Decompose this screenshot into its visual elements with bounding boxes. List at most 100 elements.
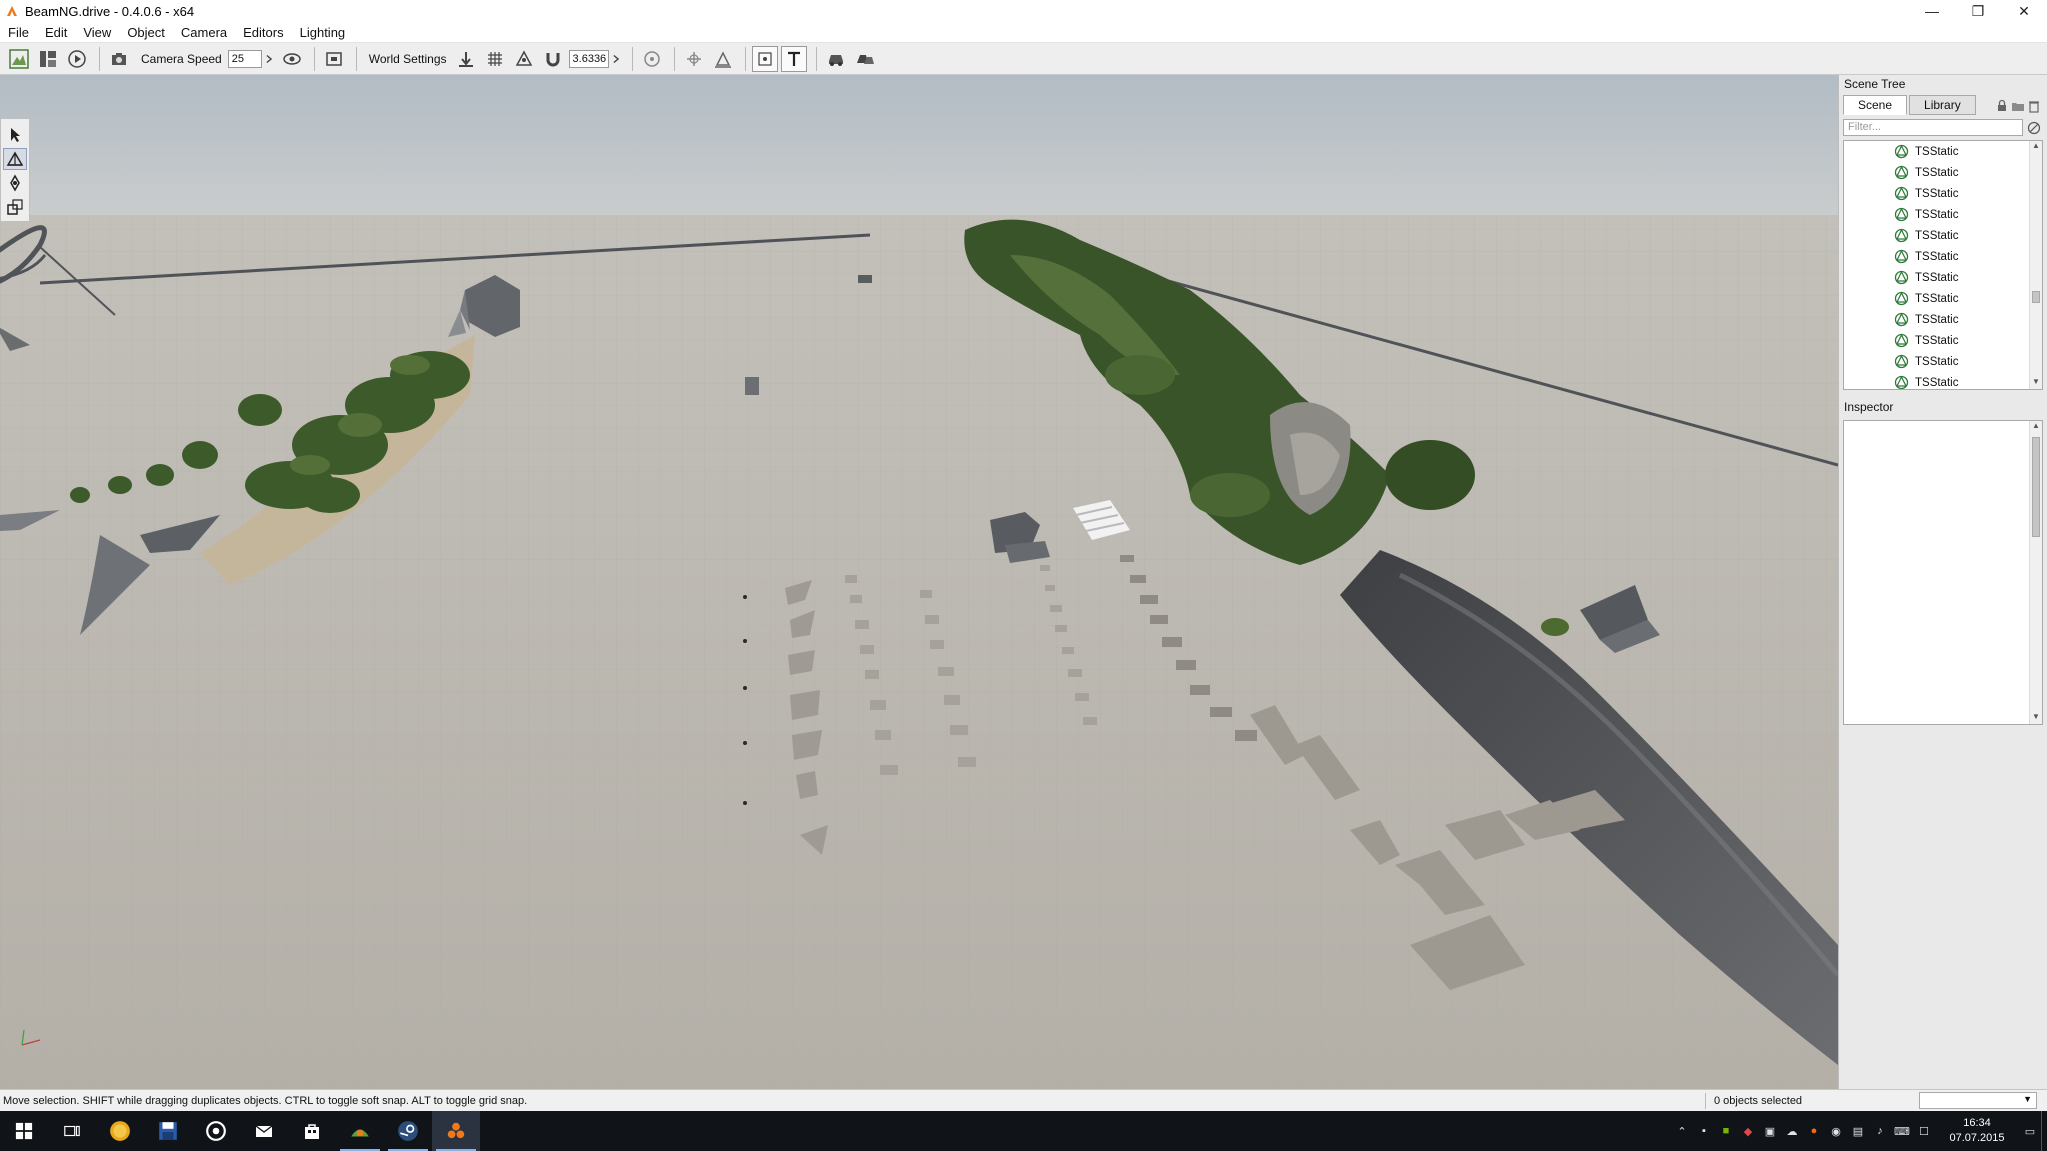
tab-library[interactable]: Library [1909, 95, 1976, 115]
tray-cloud-icon[interactable]: ☁ [1781, 1111, 1803, 1151]
move-tool[interactable] [3, 148, 27, 170]
inspector-scrollbar[interactable]: ▲ ▼ [2029, 421, 2042, 724]
visibility-button[interactable] [279, 46, 305, 72]
tab-scene[interactable]: Scene [1843, 95, 1908, 115]
tree-item[interactable]: TSStatic [1844, 288, 2042, 309]
clear-filter-icon[interactable] [2027, 121, 2041, 135]
tree-item[interactable]: TSStatic [1844, 141, 2042, 162]
taskbar-app-steam[interactable] [384, 1111, 432, 1151]
tray-device-icon[interactable]: ▪ [1693, 1111, 1715, 1151]
object-transform-button[interactable] [710, 46, 736, 72]
scroll-down-icon[interactable]: ▼ [2030, 377, 2042, 389]
scene-tree-scrollbar[interactable]: ▲ ▼ [2029, 141, 2042, 389]
tree-item[interactable]: TSStatic [1844, 183, 2042, 204]
status-dropdown[interactable]: ▼ [1919, 1092, 2037, 1109]
camera-speed-arrow[interactable] [262, 46, 276, 72]
tray-arrow-icon[interactable]: ⌃ [1671, 1111, 1693, 1151]
tree-item[interactable]: TSStatic [1844, 330, 2042, 351]
world-settings-button[interactable]: World Settings [369, 52, 447, 66]
taskbar-app-coin[interactable] [96, 1111, 144, 1151]
tray-app-icon[interactable]: ▣ [1759, 1111, 1781, 1151]
tray-nvidia-icon[interactable]: ■ [1715, 1111, 1737, 1151]
select-all-button[interactable] [852, 46, 878, 72]
tree-item-label: TSStatic [1915, 250, 1959, 263]
scrollbar-thumb[interactable] [2032, 291, 2040, 303]
text-labels-button[interactable] [780, 45, 807, 72]
menu-view[interactable]: View [75, 25, 119, 40]
create-object-button[interactable] [823, 46, 849, 72]
scene-filter-input[interactable]: Filter... [1843, 119, 2023, 136]
tree-item[interactable]: TSStatic [1844, 267, 2042, 288]
taskbar-app-chrome[interactable] [192, 1111, 240, 1151]
show-desktop-button[interactable] [2041, 1111, 2047, 1151]
task-view-button[interactable] [48, 1111, 96, 1151]
scale-tool[interactable] [3, 196, 27, 218]
snap-size-input[interactable]: 3.6336 [568, 49, 609, 68]
tray-volume-icon[interactable]: ♪ [1869, 1111, 1891, 1151]
rotate-icon [10, 174, 20, 192]
scroll-up-icon[interactable]: ▲ [2030, 141, 2042, 153]
scroll-down-icon[interactable]: ▼ [2030, 712, 2042, 724]
menu-lighting[interactable]: Lighting [292, 25, 354, 40]
restore-button[interactable]: ❐ [1955, 0, 2001, 22]
grid-snap-button[interactable] [482, 46, 508, 72]
taskbar-app-mail[interactable] [240, 1111, 288, 1151]
tsstatic-icon [1894, 312, 1909, 327]
tray-antivirus-icon[interactable]: ◆ [1737, 1111, 1759, 1151]
soft-snap-button[interactable] [540, 46, 566, 72]
select-tool[interactable] [3, 124, 27, 146]
tree-item[interactable]: TSStatic [1844, 309, 2042, 330]
snap-to-ground-button[interactable] [453, 46, 479, 72]
camera-speed-input[interactable]: 25 [227, 49, 262, 68]
minimize-button[interactable]: — [1909, 0, 1955, 22]
window-controls: — ❐ ✕ [1909, 0, 2047, 22]
lock-icon[interactable] [1995, 99, 2009, 113]
scrollbar-thumb[interactable] [2032, 437, 2040, 537]
tray-steam-icon[interactable]: ◉ [1825, 1111, 1847, 1151]
taskbar-app-beamng-launcher[interactable] [336, 1111, 384, 1151]
fit-view-button[interactable] [751, 45, 778, 72]
bounds-snap-button[interactable] [511, 46, 537, 72]
folder-icon[interactable] [2011, 99, 2025, 113]
menu-file[interactable]: File [0, 25, 37, 40]
taskbar-app-store[interactable] [288, 1111, 336, 1151]
tray-keyboard-icon[interactable]: ⌨ [1891, 1111, 1913, 1151]
world-editor-button[interactable] [6, 46, 32, 72]
snap-size-arrow[interactable] [609, 46, 623, 72]
tree-item-label: TSStatic [1915, 166, 1959, 179]
gui-editor-button[interactable] [35, 46, 61, 72]
selection-count: 0 objects selected [1714, 1094, 1803, 1107]
tree-item[interactable]: TSStatic [1844, 246, 2042, 267]
scroll-up-icon[interactable]: ▲ [2030, 421, 2042, 433]
tree-item[interactable]: TSStatic [1844, 225, 2042, 246]
menu-camera[interactable]: Camera [173, 25, 235, 40]
start-button[interactable] [0, 1111, 48, 1151]
tree-item[interactable]: TSStatic [1844, 204, 2042, 225]
rotate-tool[interactable] [3, 172, 27, 194]
inspector-panel: ▲ ▼ [1843, 420, 2043, 725]
world-transform-button[interactable] [681, 46, 707, 72]
action-center-icon[interactable]: ▭ [2019, 1111, 2041, 1151]
menu-edit[interactable]: Edit [37, 25, 75, 40]
taskbar-app-save[interactable] [144, 1111, 192, 1151]
coin-icon [110, 1121, 130, 1141]
tray-network-icon[interactable]: ▤ [1847, 1111, 1869, 1151]
object-center-button[interactable] [639, 46, 665, 72]
camera-button[interactable] [106, 46, 132, 72]
close-button[interactable]: ✕ [2001, 0, 2047, 22]
tray-origin-icon[interactable]: ● [1803, 1111, 1825, 1151]
menu-editors[interactable]: Editors [235, 25, 291, 40]
tray-notifications-icon[interactable]: ☐ [1913, 1111, 1935, 1151]
taskbar-app-beamng[interactable] [432, 1111, 480, 1151]
tree-item[interactable]: TSStatic [1844, 372, 2042, 389]
chevron-down-icon: ▼ [2023, 1094, 2032, 1104]
snapshot-button[interactable] [321, 46, 347, 72]
taskbar-clock[interactable]: 16:34 07.07.2015 [1935, 1116, 2019, 1146]
trash-icon[interactable] [2027, 99, 2041, 113]
play-game-button[interactable] [64, 46, 90, 72]
menu-object[interactable]: Object [119, 25, 173, 40]
tree-item[interactable]: TSStatic [1844, 351, 2042, 372]
scene-tree-list: TSStatic TSStatic TSStatic TSStatic TSSt… [1843, 140, 2043, 390]
tree-item[interactable]: TSStatic [1844, 162, 2042, 183]
scene-viewport[interactable] [0, 75, 1838, 1089]
